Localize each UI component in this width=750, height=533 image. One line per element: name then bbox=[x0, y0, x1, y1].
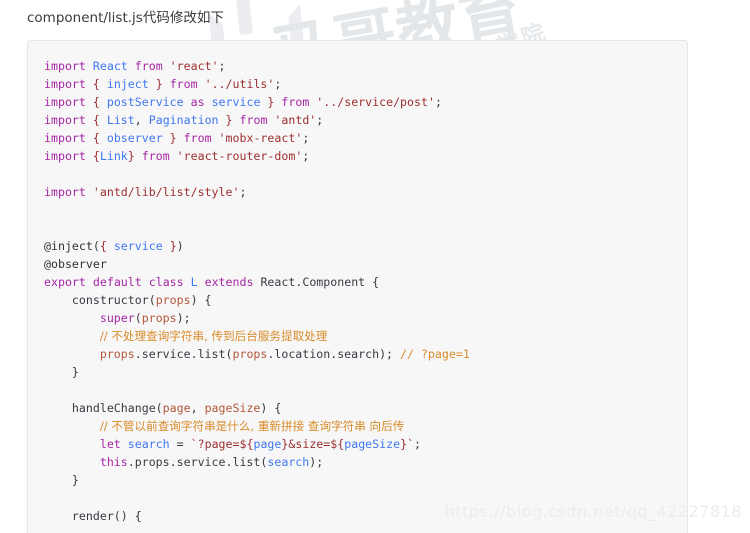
page-root: 马哥教育 IT人的高薪职业学院 component/list.js代码修改如下 … bbox=[0, 0, 750, 533]
code-block: import React from 'react'; import { inje… bbox=[27, 40, 688, 533]
code-content[interactable]: import React from 'react'; import { inje… bbox=[44, 57, 687, 525]
source-url-watermark: https://blog.csdn.net/qq_42227818 bbox=[444, 502, 742, 521]
page-title: component/list.js代码修改如下 bbox=[27, 10, 224, 26]
code-block-inner: import React from 'react'; import { inje… bbox=[28, 41, 687, 525]
